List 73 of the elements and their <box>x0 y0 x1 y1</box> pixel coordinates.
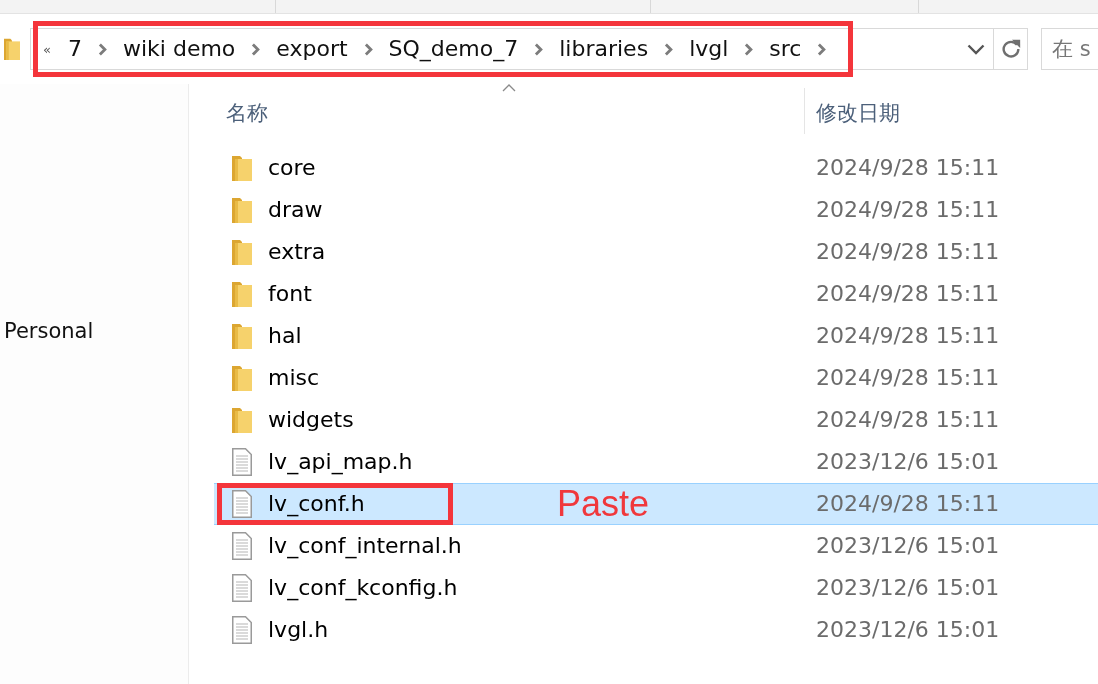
modified-date: 2024/9/28 15:11 <box>815 322 1000 350</box>
breadcrumb-item[interactable]: SQ_demo_7 <box>388 35 519 63</box>
chevron-right-icon[interactable] <box>817 42 827 56</box>
file-row[interactable]: extra 2024/9/28 15:11 <box>214 231 1098 273</box>
annotation-label: Paste <box>557 485 650 523</box>
chevron-right-icon[interactable] <box>664 42 674 56</box>
file-row[interactable]: lv_conf.h Paste 2024/9/28 15:11 <box>214 483 1098 525</box>
file-name: core <box>268 154 317 182</box>
modified-date: 2024/9/28 15:11 <box>815 364 1000 392</box>
modified-date: 2024/9/28 15:11 <box>815 406 1000 434</box>
modified-date: 2024/9/28 15:11 <box>815 490 1000 518</box>
folder-icon <box>232 197 252 223</box>
refresh-icon <box>999 38 1022 60</box>
folder-icon <box>232 155 252 181</box>
search-field[interactable]: 在 s <box>1041 28 1098 70</box>
file-row[interactable]: lv_api_map.h 2023/12/6 15:01 <box>214 441 1098 483</box>
file-row[interactable]: lvgl.h 2023/12/6 15:01 <box>214 609 1098 651</box>
file-row[interactable]: misc 2024/9/28 15:11 <box>214 357 1098 399</box>
file-name: widgets <box>268 406 355 434</box>
modified-date: 2024/9/28 15:11 <box>815 238 1000 266</box>
breadcrumb-item[interactable]: wiki demo <box>122 35 236 63</box>
modified-date: 2024/9/28 15:11 <box>815 280 1000 308</box>
file-row[interactable]: lv_conf_kconfig.h 2023/12/6 15:01 <box>214 567 1098 609</box>
file-name: lvgl.h <box>268 616 330 644</box>
breadcrumb-item[interactable]: export <box>276 35 348 63</box>
file-row[interactable]: core 2024/9/28 15:11 <box>214 147 1098 189</box>
file-icon <box>232 574 252 602</box>
breadcrumb-item[interactable]: lvgl <box>689 35 729 63</box>
file-name: lv_conf_internal.h <box>268 532 463 561</box>
refresh-button[interactable] <box>994 28 1028 70</box>
folder-icon <box>232 239 252 265</box>
folder-icon <box>232 407 252 433</box>
file-row[interactable]: draw 2024/9/28 15:11 <box>214 189 1098 231</box>
chevron-right-icon[interactable] <box>744 42 754 56</box>
chevron-right-icon[interactable] <box>97 42 107 56</box>
chevron-right-icon[interactable] <box>251 42 261 56</box>
column-header[interactable]: 修改日期 <box>816 91 900 134</box>
breadcrumb-item[interactable]: libraries <box>559 35 649 63</box>
file-row[interactable]: font 2024/9/28 15:11 <box>214 273 1098 315</box>
modified-date: 2023/12/6 15:01 <box>815 616 1000 644</box>
nav-item[interactable]: Personal <box>0 317 94 345</box>
chevron-right-icon[interactable] <box>534 42 544 56</box>
breadcrumb-item[interactable]: 7 <box>67 35 82 63</box>
chevron-down-icon[interactable] <box>967 43 985 55</box>
file-name: hal <box>268 322 303 350</box>
chevron-right-icon[interactable] <box>363 42 373 56</box>
file-icon <box>232 448 252 476</box>
file-name: lv_conf.h <box>268 490 366 519</box>
file-name: lv_conf_kconfig.h <box>268 574 459 603</box>
file-row[interactable]: lv_conf_internal.h 2023/12/6 15:01 <box>214 525 1098 567</box>
file-name: lv_api_map.h <box>268 448 414 477</box>
modified-date: 2024/9/28 15:11 <box>815 154 1000 182</box>
file-icon <box>232 532 252 560</box>
folder-icon <box>232 365 252 391</box>
file-name: extra <box>268 238 327 266</box>
modified-date: 2023/12/6 15:01 <box>815 448 1000 476</box>
file-icon <box>232 616 252 644</box>
file-row[interactable]: widgets 2024/9/28 15:11 <box>214 399 1098 441</box>
file-name: misc <box>268 364 321 392</box>
address-field[interactable]: « 7 wiki demo export SQ_demo_7 libraries lvgl src <box>30 28 994 70</box>
modified-date: 2023/12/6 15:01 <box>815 574 1000 602</box>
folder-icon <box>4 38 20 60</box>
file-name: font <box>268 280 313 308</box>
folder-icon <box>232 323 252 349</box>
breadcrumb-item[interactable]: src <box>769 35 802 63</box>
path-overflow-button[interactable]: « <box>43 41 51 57</box>
modified-date: 2024/9/28 15:11 <box>815 196 1000 224</box>
file-row[interactable]: hal 2024/9/28 15:11 <box>214 315 1098 357</box>
file-icon <box>232 490 252 518</box>
folder-icon <box>232 281 252 307</box>
column-header[interactable]: 名称 <box>226 91 268 134</box>
file-name: draw <box>268 196 324 224</box>
modified-date: 2023/12/6 15:01 <box>815 532 1000 560</box>
